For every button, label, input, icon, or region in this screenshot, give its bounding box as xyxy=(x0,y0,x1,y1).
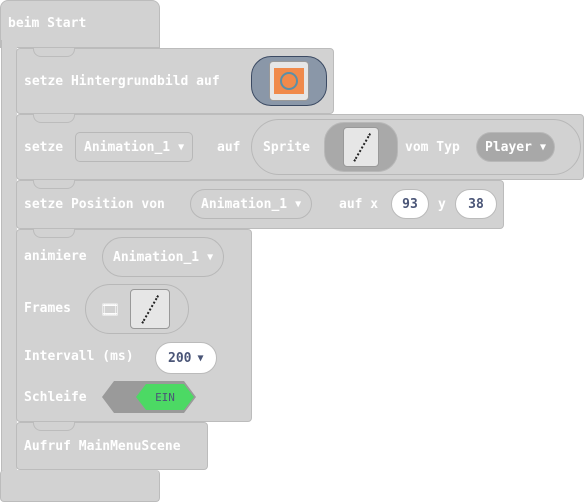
variable-name: Animation_1 xyxy=(113,249,200,265)
on-start-bottom xyxy=(0,470,160,502)
frames-thumbnail xyxy=(130,289,171,329)
chevron-down-icon: ▼ xyxy=(207,251,214,263)
chevron-down-icon: ▼ xyxy=(539,141,546,153)
variable-name: Animation_1 xyxy=(201,196,288,212)
loop-label: Schleife xyxy=(24,390,87,405)
set-label: setze xyxy=(24,140,64,155)
variable-dropdown[interactable]: Animation_1 ▼ xyxy=(102,237,225,277)
to-label: auf xyxy=(217,140,241,155)
film-icon: 🎞 xyxy=(100,299,121,319)
call-function-label: Aufruf MainMenuScene xyxy=(24,439,181,454)
variable-dropdown[interactable]: Animation_1 ▼ xyxy=(75,132,194,162)
interval-value: 200 xyxy=(168,350,192,366)
loop-value: EIN xyxy=(155,390,175,404)
x-label: auf x xyxy=(339,197,379,212)
set-background-label: setze Hintergrundbild auf xyxy=(24,74,220,89)
frames-field[interactable]: 🎞 xyxy=(85,284,189,334)
y-value: 38 xyxy=(468,196,484,212)
set-position-label: setze Position von xyxy=(24,197,165,212)
on-start-label: beim Start xyxy=(8,16,87,31)
chevron-down-icon: ▼ xyxy=(295,198,302,210)
sprite-label: Sprite xyxy=(263,140,310,155)
background-image-thumbnail xyxy=(269,61,309,101)
background-image-field[interactable] xyxy=(251,56,327,106)
variable-name: Animation_1 xyxy=(84,139,171,155)
y-label: y xyxy=(438,197,446,212)
y-input[interactable]: 38 xyxy=(455,189,497,219)
chevron-down-icon: ▼ xyxy=(197,352,204,364)
interval-dropdown[interactable]: 200 ▼ xyxy=(155,342,217,374)
loop-toggle[interactable]: EIN xyxy=(102,381,196,413)
animate-label: animiere xyxy=(24,249,87,264)
kind-dropdown[interactable]: Player ▼ xyxy=(476,132,555,162)
kind-value: Player xyxy=(485,139,532,155)
x-value: 93 xyxy=(402,196,418,212)
sprite-image-field[interactable] xyxy=(324,122,398,172)
variable-dropdown[interactable]: Animation_1 ▼ xyxy=(190,189,313,219)
sprite-image-thumbnail xyxy=(343,127,379,167)
frames-label: Frames xyxy=(24,301,71,316)
chevron-down-icon: ▼ xyxy=(178,141,185,153)
kind-label: vom Typ xyxy=(405,140,460,155)
x-input[interactable]: 93 xyxy=(391,189,429,219)
container-spine xyxy=(1,40,17,480)
interval-label: Intervall (ms) xyxy=(24,349,134,364)
